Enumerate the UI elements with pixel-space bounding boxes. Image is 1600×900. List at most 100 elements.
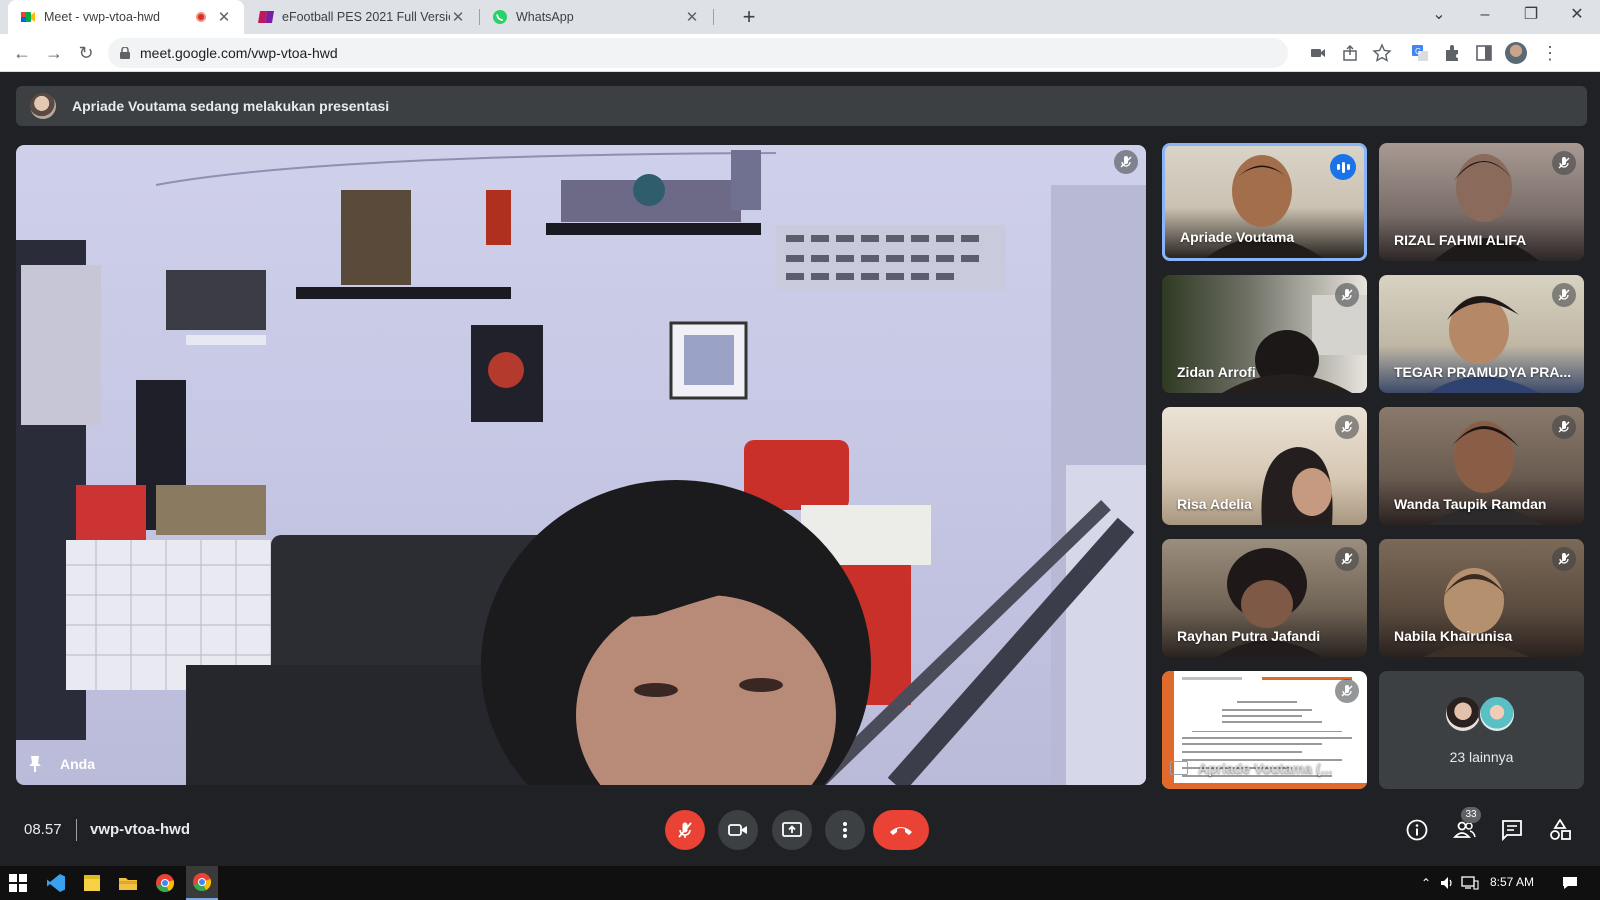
tab-title: eFootball PES 2021 Full Version [282,10,450,24]
muted-icon [1552,415,1576,439]
new-tab-button[interactable]: + [736,4,762,30]
file-explorer-icon[interactable] [116,871,140,895]
reload-icon[interactable]: ↻ [74,41,98,65]
avatar [1444,695,1482,733]
camera-toggle-button[interactable] [718,810,758,850]
whatsapp-icon [492,9,508,25]
muted-icon [1552,151,1576,175]
participant-name: Zidan Arrofi [1177,364,1256,380]
meet-icon [20,9,36,25]
muted-icon [1335,547,1359,571]
meeting-code: vwp-vtoa-hwd [90,821,190,838]
chat-button[interactable] [1499,817,1525,843]
notifications-icon[interactable] [1558,871,1582,895]
pin-icon[interactable] [28,755,42,773]
participant-name: Apriade Voutama (... [1198,760,1333,776]
side-panel-icon[interactable] [1474,43,1494,63]
presentation-tile[interactable]: Apriade Voutama (... [1162,671,1367,789]
participant-name: Wanda Taupik Ramdan [1394,496,1547,512]
sticky-notes-icon[interactable] [80,871,104,895]
participant-name: TEGAR PRAMUDYA PRA... [1394,364,1572,380]
participant-tile[interactable]: Zidan Arrofi [1162,275,1367,393]
tab-meet[interactable]: Meet - vwp-vtoa-hwd ✕ [8,0,244,34]
bookmark-star-icon[interactable] [1372,43,1392,63]
restore-icon[interactable]: ❐ [1508,0,1554,30]
tab-whatsapp[interactable]: WhatsApp ✕ [480,0,712,34]
self-name: Anda [60,756,95,772]
divider [76,819,77,841]
close-window-icon[interactable]: ✕ [1554,0,1600,30]
participant-name: Rayhan Putra Jafandi [1177,628,1321,644]
tab-title: Meet - vwp-vtoa-hwd [44,10,161,24]
minimize-icon[interactable]: – [1462,0,1508,30]
main-muted-icon [1114,150,1138,174]
present-screen-button[interactable] [772,810,812,850]
others-count-label: 23 lainnya [1449,749,1514,765]
participant-tile[interactable]: Apriade Voutama [1162,143,1367,261]
activities-icon [1550,819,1571,840]
tab-divider [713,9,714,25]
main-video-tile[interactable]: Anda [16,145,1146,785]
tab-strip: Meet - vwp-vtoa-hwd ✕ eFootball PES 2021… [0,0,1600,34]
meeting-controls-bar: 08.57 vwp-vtoa-hwd 33 [0,805,1600,860]
browser-menu-icon[interactable]: ⋮ [1540,43,1560,63]
more-participants-tile[interactable]: 23 lainnya [1379,671,1584,789]
mic-off-icon [678,822,692,838]
tab-search-icon[interactable]: ⌄ [1416,0,1462,30]
presenter-avatar [30,93,56,119]
os-taskbar: ⌃ 8:57 AM [0,866,1600,900]
camera-indicator-icon[interactable] [1308,43,1328,63]
toolbar: ← → ↻ meet.google.com/vwp-vtoa-hwd G ⋮ [0,34,1600,72]
muted-icon [1335,415,1359,439]
participant-name: Apriade Voutama [1180,229,1295,245]
muted-icon [1552,547,1576,571]
activities-button[interactable] [1547,817,1573,843]
tab-title: WhatsApp [516,10,574,24]
speaking-indicator-icon [1330,154,1356,180]
chrome-icon[interactable] [153,871,177,895]
network-icon[interactable] [1458,871,1482,895]
system-clock: 8:57 AM [1490,875,1535,889]
volume-icon[interactable] [1436,871,1460,895]
back-icon[interactable]: ← [10,41,34,65]
participant-tile[interactable]: Rayhan Putra Jafandi [1162,539,1367,657]
hang-up-icon [890,827,912,835]
translate-icon[interactable]: G [1410,43,1430,63]
muted-icon [1335,283,1359,307]
participant-tile[interactable]: TEGAR PRAMUDYA PRA... [1379,275,1584,393]
leave-call-button[interactable] [873,810,929,850]
windows-start-icon[interactable] [6,871,30,895]
profile-avatar[interactable] [1505,42,1527,64]
close-tab-icon[interactable]: ✕ [216,8,232,26]
forward-icon[interactable]: → [42,41,66,65]
lock-icon [120,47,130,59]
address-bar[interactable]: meet.google.com/vwp-vtoa-hwd [108,38,1288,68]
participant-name: Nabila Khairunisa [1394,628,1513,644]
recording-icon [196,12,206,22]
tab-pes[interactable]: eFootball PES 2021 Full Version ✕ [246,0,478,34]
camera-feed-image [16,150,1146,785]
participant-name: RIZAL FAHMI ALIFA [1394,232,1527,248]
vscode-icon[interactable] [44,871,68,895]
svg-text:G: G [1415,47,1421,56]
avatar [1478,695,1516,733]
muted-icon [1552,283,1576,307]
participant-tile[interactable]: RIZAL FAHMI ALIFA [1379,143,1584,261]
info-icon [1406,819,1428,841]
participant-tile[interactable]: Wanda Taupik Ramdan [1379,407,1584,525]
chrome-active-icon[interactable] [186,866,218,900]
meeting-details-button[interactable] [1404,817,1430,843]
participant-tile[interactable]: Risa Adelia [1162,407,1367,525]
share-icon[interactable] [1340,43,1360,63]
more-options-button[interactable] [825,810,865,850]
meeting-time: 08.57 [24,821,62,838]
chat-icon [1502,820,1522,841]
close-tab-icon[interactable]: ✕ [684,8,700,26]
pes-icon [258,9,274,25]
extensions-icon[interactable] [1442,43,1462,63]
presenting-text: Apriade Voutama sedang melakukan present… [72,98,390,114]
participant-tile[interactable]: Nabila Khairunisa [1379,539,1584,657]
show-hidden-icons-icon[interactable]: ⌃ [1414,871,1438,895]
close-tab-icon[interactable]: ✕ [450,8,466,26]
microphone-toggle-button[interactable] [665,810,705,850]
